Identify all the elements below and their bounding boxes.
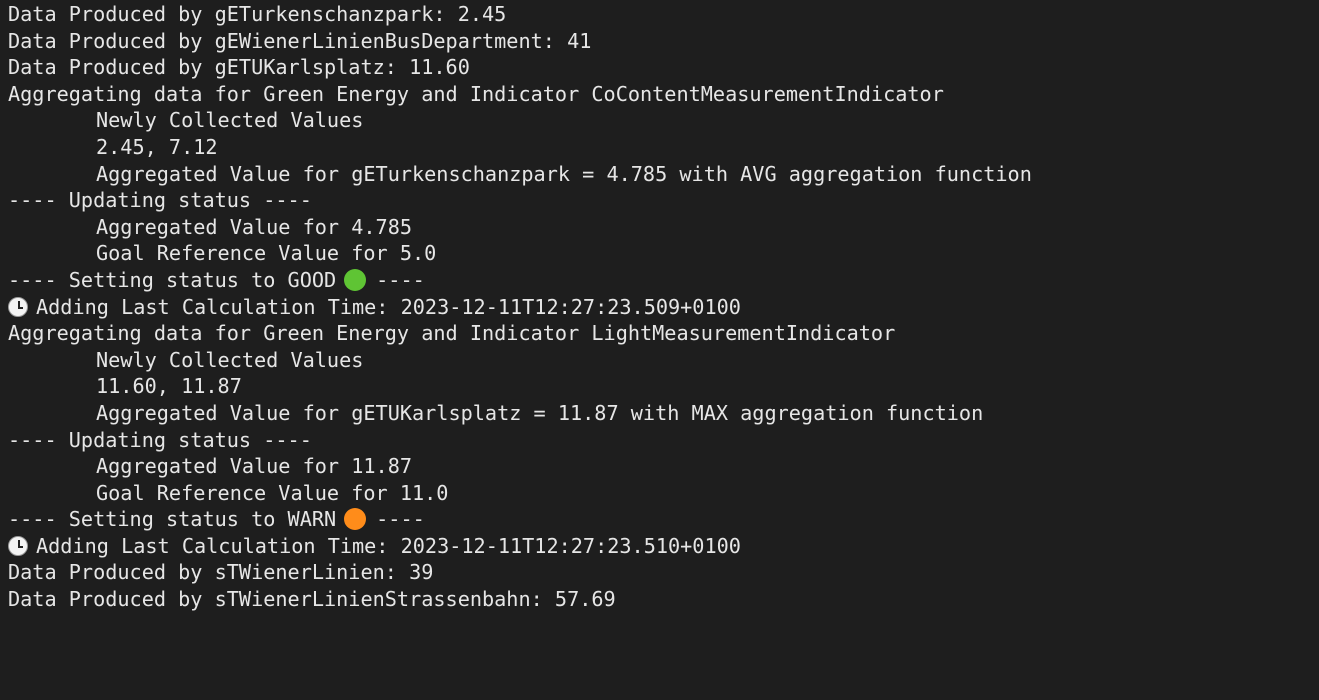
log-line: Aggregated Value for 11.87 <box>96 454 413 479</box>
clock-icon <box>8 535 28 556</box>
calc-time-line: Adding Last Calculation Time: 2023-12-11… <box>8 533 1319 560</box>
status-line-warn: ---- Setting status to WARN ---- <box>8 506 1319 533</box>
log-line: 11.60, 11.87 <box>96 374 242 399</box>
calc-time-text: Adding Last Calculation Time: 2023-12-11… <box>36 533 741 558</box>
terminal-output[interactable]: Data Produced by gETurkenschanzpark: 2.4… <box>0 0 1319 700</box>
status-suffix: ---- <box>376 507 425 532</box>
log-line: ---- Updating status ---- <box>8 188 312 213</box>
log-line: Aggregating data for Green Energy and In… <box>8 81 944 106</box>
log-line: Data Produced by gETurkenschanzpark: 2.4… <box>8 2 507 26</box>
log-line: Aggregated Value for 4.785 <box>96 214 413 239</box>
status-text: ---- Setting status to WARN <box>8 507 337 532</box>
clock-icon <box>8 296 28 317</box>
log-line: Data Produced by sTWienerLinienStrassenb… <box>8 587 616 612</box>
log-line: 2.45, 7.12 <box>96 134 218 159</box>
calc-time-line: Adding Last Calculation Time: 2023-12-11… <box>8 294 1319 321</box>
log-line: Aggregating data for Green Energy and In… <box>8 321 896 346</box>
log-line: Data Produced by gEWienerLinienBusDepart… <box>8 28 592 53</box>
log-line: Data Produced by sTWienerLinien: 39 <box>8 560 434 585</box>
orange-circle-icon <box>344 508 367 531</box>
log-line: Goal Reference Value for 5.0 <box>96 241 437 266</box>
status-suffix: ---- <box>376 267 425 292</box>
green-circle-icon <box>344 268 367 291</box>
log-line: Goal Reference Value for 11.0 <box>96 480 449 505</box>
log-line: ---- Updating status ---- <box>8 427 312 452</box>
log-line: Newly Collected Values <box>96 347 364 372</box>
log-line: Newly Collected Values <box>96 108 364 133</box>
status-text: ---- Setting status to GOOD <box>8 267 337 292</box>
log-line: Aggregated Value for gETurkenschanzpark … <box>96 161 1032 186</box>
log-line: Data Produced by gETUKarlsplatz: 11.60 <box>8 55 470 80</box>
calc-time-text: Adding Last Calculation Time: 2023-12-11… <box>36 294 741 319</box>
log-line: Aggregated Value for gETUKarlsplatz = 11… <box>96 400 984 425</box>
status-line-good: ---- Setting status to GOOD ---- <box>8 267 1319 294</box>
